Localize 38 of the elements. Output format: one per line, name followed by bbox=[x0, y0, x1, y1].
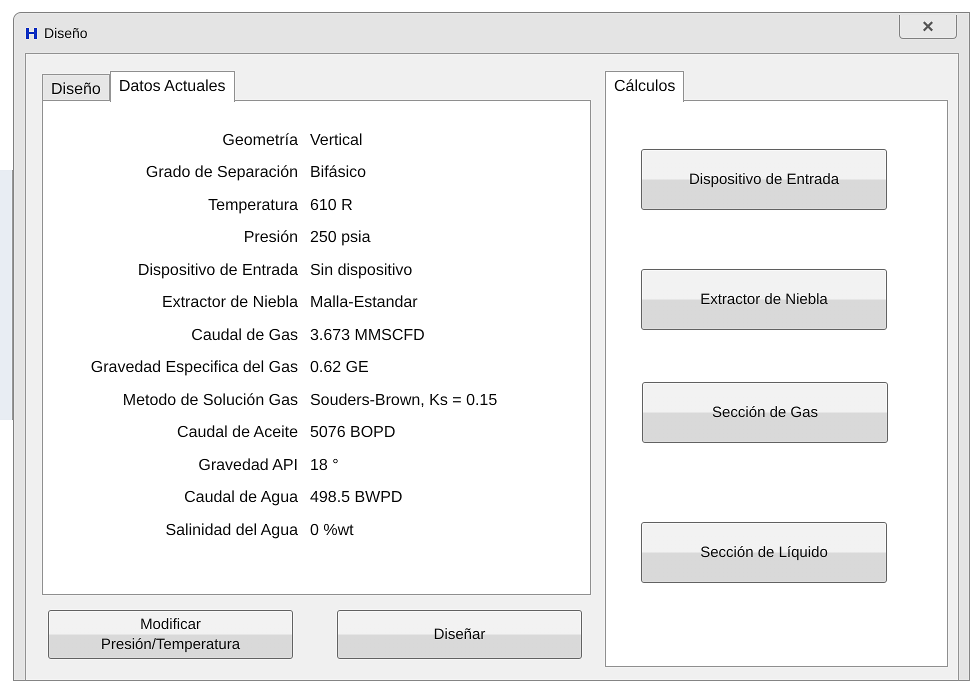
field-label: Metodo de Solución Gas bbox=[122, 390, 298, 410]
app-logo-icon bbox=[26, 28, 37, 38]
calc-button[interactable]: Sección de Gas bbox=[642, 382, 888, 443]
field-label: Salinidad del Agua bbox=[164, 520, 298, 540]
field-label: Caudal de Gas bbox=[190, 326, 298, 346]
field-value: Souders-Brown, Ks = 0.15 bbox=[310, 390, 498, 410]
field-value: 610 R bbox=[310, 196, 353, 216]
calc-button[interactable]: Extractor de Niebla bbox=[641, 269, 887, 330]
field-label: Caudal de Aceite bbox=[176, 423, 298, 443]
field-value: 0 %wt bbox=[310, 520, 354, 540]
field-value: Vertical bbox=[310, 130, 362, 150]
field-value: 0.62 GE bbox=[310, 358, 369, 378]
field-value: 250 psia bbox=[310, 228, 370, 248]
field-value: 18 ° bbox=[310, 456, 339, 476]
field-value: 5076 BOPD bbox=[310, 423, 396, 443]
field-label: Temperatura bbox=[207, 196, 298, 216]
tab[interactable]: Cálculos bbox=[605, 71, 684, 102]
field-value: Malla-Estandar bbox=[310, 293, 418, 313]
field-label: Gravedad API bbox=[197, 456, 298, 476]
field-label: Grado de Separación bbox=[144, 163, 298, 183]
field-value: Bifásico bbox=[310, 163, 366, 183]
tab[interactable]: Datos Actuales bbox=[110, 71, 235, 102]
field-label: Dispositivo de Entrada bbox=[136, 260, 298, 280]
calc-button[interactable]: Dispositivo de Entrada bbox=[641, 149, 887, 210]
tab[interactable]: Diseño bbox=[42, 74, 110, 101]
field-label: Gravedad Especifica del Gas bbox=[90, 358, 298, 378]
window-title: Diseño bbox=[44, 24, 88, 42]
action-button[interactable]: Diseñar bbox=[337, 610, 582, 659]
action-button[interactable]: Modificar Presión/Temperatura bbox=[48, 610, 293, 659]
field-label: Presión bbox=[242, 228, 298, 248]
close-button[interactable]: × bbox=[899, 15, 957, 39]
field-value: 498.5 BWPD bbox=[310, 488, 402, 508]
field-label: Geometría bbox=[221, 130, 298, 150]
field-label: Caudal de Agua bbox=[183, 488, 298, 508]
field-label: Extractor de Niebla bbox=[160, 293, 298, 313]
field-value: 3.673 MMSCFD bbox=[310, 326, 425, 346]
field-value: Sin dispositivo bbox=[310, 260, 412, 280]
calc-button[interactable]: Sección de Líquido bbox=[641, 522, 887, 583]
